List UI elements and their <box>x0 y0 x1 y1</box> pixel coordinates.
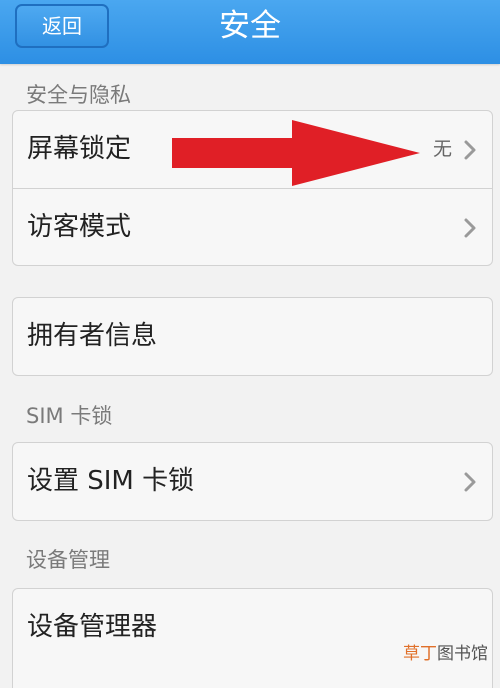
guest-mode-label: 访客模式 <box>27 212 132 242</box>
device-management-group: 设备管理器 <box>12 588 493 688</box>
list-item-guest-mode[interactable]: 访客模式 <box>13 188 492 265</box>
list-item-owner-info[interactable]: 拥有者信息 <box>13 298 492 375</box>
watermark-part-2: 图书馆 <box>437 644 488 664</box>
screen-lock-value: 无 <box>432 138 452 160</box>
sim-lock-group: 设置 SIM 卡锁 <box>12 442 493 521</box>
owner-info-label: 拥有者信息 <box>27 321 158 351</box>
title-bar: 返回 安全 <box>0 0 500 64</box>
red-arrow-annotation <box>172 120 420 186</box>
owner-info-group: 拥有者信息 <box>12 297 493 376</box>
section-label-sim-lock: SIM 卡锁 <box>26 404 113 428</box>
device-administrators-label: 设备管理器 <box>27 612 158 642</box>
chevron-right-icon <box>464 140 476 160</box>
set-sim-lock-label: 设置 SIM 卡锁 <box>27 466 195 496</box>
page-title: 安全 <box>219 8 281 44</box>
watermark: 草丁图书馆 <box>403 644 488 664</box>
watermark-part-1: 草丁 <box>403 644 437 664</box>
chevron-right-icon <box>464 218 476 238</box>
list-item-set-sim-lock[interactable]: 设置 SIM 卡锁 <box>13 443 492 520</box>
chevron-right-icon <box>464 472 476 492</box>
screen-lock-label: 屏幕锁定 <box>27 134 132 164</box>
section-label-security-privacy: 安全与隐私 <box>26 83 131 107</box>
section-label-device-management: 设备管理 <box>26 548 110 572</box>
